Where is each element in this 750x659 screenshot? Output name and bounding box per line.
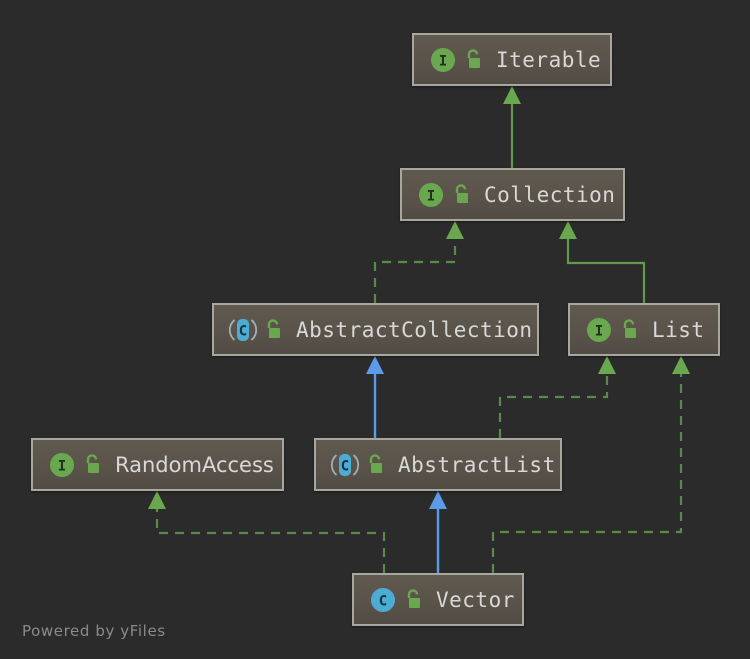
- unlocked-padlock-icon: [83, 453, 103, 476]
- node-list[interactable]: I List: [568, 303, 720, 356]
- interface-badge-icon: I: [416, 180, 446, 210]
- edge-abstractlist-to-list: [498, 356, 616, 438]
- node-label: RandomAccess: [115, 452, 274, 477]
- edge-list-to-collection: [559, 221, 646, 303]
- unlocked-padlock-icon: [464, 48, 484, 71]
- svg-text:I: I: [427, 188, 435, 204]
- unlocked-padlock-icon: [264, 318, 284, 341]
- edge-collection-to-iterable: [503, 86, 521, 168]
- edge-abstractlist-to-abstractcollection: [366, 356, 384, 438]
- edge-vector-to-abstractlist: [429, 491, 447, 573]
- node-label: AbstractList: [398, 452, 556, 477]
- interface-badge-icon: I: [47, 450, 77, 480]
- svg-text:I: I: [58, 458, 66, 474]
- node-vector[interactable]: C Vector: [352, 573, 524, 626]
- node-abstractlist[interactable]: C AbstractList: [314, 438, 562, 491]
- unlocked-padlock-icon: [452, 183, 472, 206]
- node-label: List: [652, 317, 705, 342]
- edge-vector-to-randomaccess: [148, 491, 386, 573]
- node-label: Iterable: [496, 47, 602, 72]
- svg-text:C: C: [379, 593, 387, 609]
- uml-diagram-canvas: I Iterable I Collection C AbstractCollec…: [0, 0, 750, 659]
- edge-abstractcollection-to-collection: [373, 221, 464, 303]
- svg-text:C: C: [239, 323, 247, 339]
- abstract-class-badge-icon: C: [228, 315, 258, 345]
- node-iterable[interactable]: I Iterable: [412, 33, 612, 86]
- interface-badge-icon: I: [428, 45, 458, 75]
- class-badge-icon: C: [368, 585, 398, 615]
- interface-badge-icon: I: [584, 315, 614, 345]
- node-label: Vector: [436, 587, 515, 612]
- yfiles-watermark: Powered by yFiles: [22, 622, 166, 640]
- svg-text:I: I: [595, 323, 603, 339]
- node-label: AbstractCollection: [296, 317, 533, 342]
- unlocked-padlock-icon: [404, 588, 424, 611]
- svg-text:C: C: [341, 458, 349, 474]
- node-abstractcollection[interactable]: C AbstractCollection: [212, 303, 539, 356]
- node-label: Collection: [484, 182, 616, 207]
- unlocked-padlock-icon: [366, 453, 386, 476]
- unlocked-padlock-icon: [620, 318, 640, 341]
- svg-text:I: I: [439, 53, 447, 69]
- node-randomaccess[interactable]: I RandomAccess: [31, 438, 284, 491]
- node-collection[interactable]: I Collection: [400, 168, 625, 221]
- abstract-class-badge-icon: C: [330, 450, 360, 480]
